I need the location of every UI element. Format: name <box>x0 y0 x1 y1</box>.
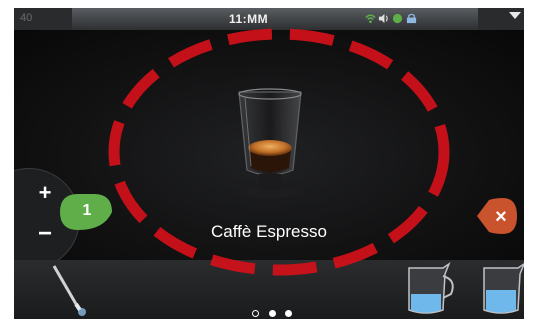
cancel-button[interactable]: × <box>469 198 517 234</box>
status-left-text: 40 <box>20 12 33 24</box>
espresso-cup-image[interactable] <box>229 88 311 208</box>
milk-jug-icon[interactable] <box>474 260 524 319</box>
machine-screen: 40 11:MM Caffè Espresso + − 1 × <box>14 8 524 319</box>
dropdown-arrow-icon[interactable] <box>509 12 521 19</box>
page-dot-3[interactable] <box>285 310 292 317</box>
decrease-quantity-button[interactable]: − <box>34 220 56 248</box>
status-time: 11:MM <box>229 12 269 26</box>
milk-jug-icon[interactable] <box>399 260 461 319</box>
wifi-icon <box>365 14 376 23</box>
page-dot-1[interactable] <box>252 310 259 317</box>
status-dot-icon <box>392 13 403 24</box>
volume-icon <box>378 13 388 24</box>
page-dot-2[interactable] <box>269 310 276 317</box>
close-icon: × <box>495 206 507 228</box>
status-bar: 40 11:MM <box>14 8 524 30</box>
increase-quantity-button[interactable]: + <box>34 180 56 206</box>
quantity-value: 1 <box>82 202 92 219</box>
milk-frother-wand-icon[interactable] <box>42 260 92 319</box>
lock-icon <box>406 13 417 24</box>
